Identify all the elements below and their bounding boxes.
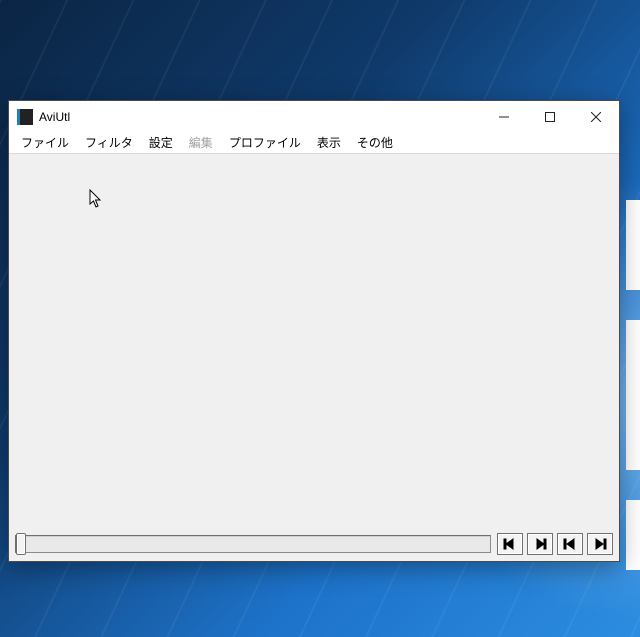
menu-file[interactable]: ファイル: [13, 133, 77, 153]
video-preview-area: [9, 154, 619, 531]
desktop-window-fragment: [626, 500, 640, 570]
menu-filter[interactable]: フィルタ: [77, 133, 141, 153]
menu-profile[interactable]: プロファイル: [221, 133, 309, 153]
playback-buttons: [497, 533, 613, 555]
playback-bar: [9, 531, 619, 561]
menu-edit: 編集: [181, 133, 221, 153]
aviutl-window: AviUtl ファイル フィルタ 設定 編集 プロファイル 表示 その他: [8, 100, 620, 562]
maximize-button[interactable]: [527, 101, 573, 132]
window-title: AviUtl: [39, 110, 481, 124]
mouse-cursor-icon: [89, 189, 103, 209]
menu-settings[interactable]: 設定: [141, 133, 181, 153]
menubar: ファイル フィルタ 設定 編集 プロファイル 表示 その他: [9, 132, 619, 154]
titlebar[interactable]: AviUtl: [9, 101, 619, 132]
windows-desktop: AviUtl ファイル フィルタ 設定 編集 プロファイル 表示 その他: [0, 0, 640, 637]
menu-other[interactable]: その他: [349, 133, 401, 153]
desktop-window-fragment: [626, 320, 640, 470]
minimize-button[interactable]: [481, 101, 527, 132]
go-end-button[interactable]: [587, 533, 613, 555]
go-start-button[interactable]: [557, 533, 583, 555]
next-frame-button[interactable]: [527, 533, 553, 555]
seek-thumb[interactable]: [16, 533, 26, 555]
window-controls: [481, 101, 619, 132]
app-icon: [17, 109, 33, 125]
menu-view[interactable]: 表示: [309, 133, 349, 153]
prev-frame-button[interactable]: [497, 533, 523, 555]
seek-slider[interactable]: [15, 535, 491, 553]
close-button[interactable]: [573, 101, 619, 132]
desktop-window-fragment: [626, 200, 640, 290]
